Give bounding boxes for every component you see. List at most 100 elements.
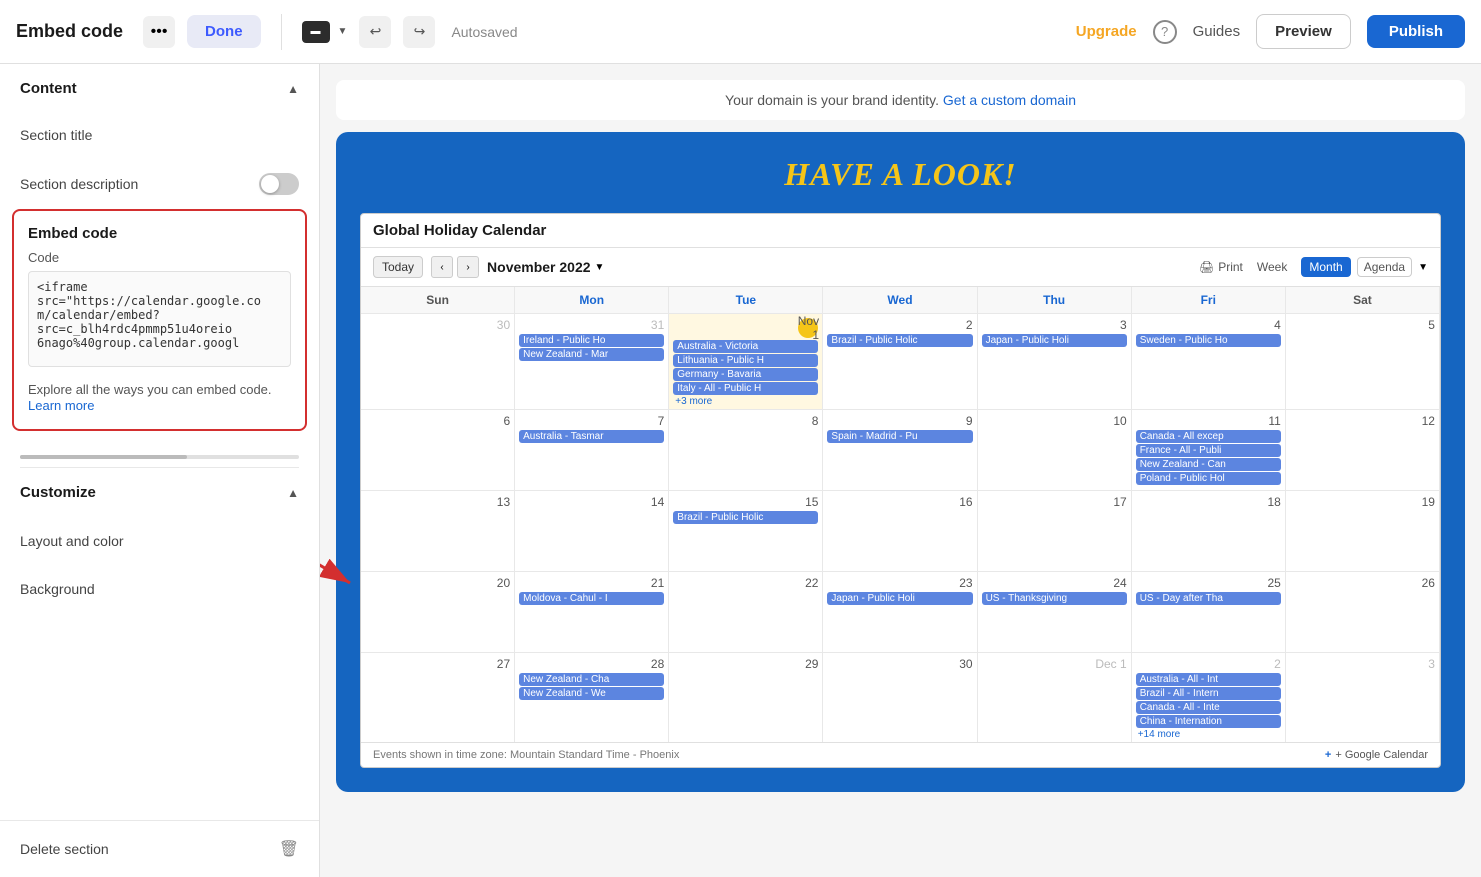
- learn-more-link[interactable]: Learn more: [28, 398, 94, 413]
- domain-banner-text: Your domain is your brand identity.: [725, 92, 939, 108]
- cell-nov21: 21 Moldova - Cahul - I: [515, 572, 669, 652]
- event[interactable]: New Zealand - Can: [1136, 458, 1281, 471]
- cell-nov20: 20: [361, 572, 515, 652]
- section-title-item[interactable]: Section title: [0, 113, 319, 159]
- customize-section-title: Customize: [20, 484, 96, 501]
- event[interactable]: US - Thanksgiving: [982, 592, 1127, 605]
- undo-button[interactable]: ↩: [359, 16, 391, 48]
- days-header: Sun Mon Tue Wed Thu Fri Sat: [361, 287, 1440, 313]
- month-view-button[interactable]: Month: [1301, 257, 1350, 277]
- cell-nov28: 28 New Zealand - Cha New Zealand - We: [515, 653, 669, 742]
- done-button[interactable]: Done: [187, 15, 261, 48]
- cell-nov24: 24 US - Thanksgiving: [978, 572, 1132, 652]
- guides-link[interactable]: Guides: [1193, 23, 1241, 40]
- printer-icon: 🖨: [1199, 260, 1214, 274]
- trash-icon: 🗑: [279, 839, 299, 859]
- cell-nov11: 11 Canada - All excep France - All - Pub…: [1132, 410, 1286, 490]
- layout-color-item[interactable]: Layout and color: [0, 517, 319, 565]
- delete-section-label: Delete section: [20, 841, 109, 857]
- week-view-button[interactable]: Week: [1249, 257, 1295, 277]
- calendar-grid: Sun Mon Tue Wed Thu Fri Sat 30: [361, 287, 1440, 742]
- event[interactable]: Australia - All - Int: [1136, 673, 1281, 686]
- event[interactable]: Lithuania - Public H: [673, 354, 818, 367]
- scroll-indicator: [20, 455, 299, 459]
- content-chevron-icon: ▲: [287, 82, 299, 96]
- more-events-dec2[interactable]: +14 more: [1136, 729, 1281, 740]
- event[interactable]: Poland - Public Hol: [1136, 472, 1281, 485]
- agenda-view-button[interactable]: Agenda: [1357, 257, 1412, 277]
- preview-button[interactable]: Preview: [1256, 14, 1351, 49]
- next-month-button[interactable]: ›: [457, 256, 479, 278]
- calendar-container: Global Holiday Calendar Today ‹ › Novemb…: [360, 213, 1441, 768]
- redo-button[interactable]: ↪: [403, 16, 435, 48]
- event[interactable]: France - All - Publi: [1136, 444, 1281, 457]
- section-description-item[interactable]: Section description: [0, 159, 319, 209]
- blue-section: HAVE A LOOK! Global Holiday Calendar: [336, 132, 1465, 792]
- device-selector[interactable]: ▬ ▼: [302, 21, 348, 43]
- event[interactable]: Brazil - Public Holic: [827, 334, 972, 347]
- week-1: 30 31 Ireland - Public Ho New Zealand - …: [361, 313, 1440, 409]
- event[interactable]: Australia - Victoria: [673, 340, 818, 353]
- embed-code-box-title: Embed code: [28, 225, 291, 242]
- event[interactable]: Japan - Public Holi: [982, 334, 1127, 347]
- month-dropdown-icon: ▼: [595, 262, 605, 273]
- cell-nov1: Nov 1 Australia - Victoria Lithuania - P…: [669, 314, 823, 409]
- cell-nov15: 15 Brazil - Public Holic: [669, 491, 823, 571]
- embed-code-textarea[interactable]: <iframe src="https://calendar.google.co …: [28, 271, 291, 367]
- calendar-nav: ‹ ›: [431, 256, 479, 278]
- cell-nov9: 9 Spain - Madrid - Pu: [823, 410, 977, 490]
- prev-month-button[interactable]: ‹: [431, 256, 453, 278]
- event[interactable]: Japan - Public Holi: [827, 592, 972, 605]
- domain-banner: Your domain is your brand identity. Get …: [336, 80, 1465, 120]
- cell-nov4: 4 Sweden - Public Ho: [1132, 314, 1286, 409]
- current-month: November 2022: [487, 259, 591, 275]
- event[interactable]: New Zealand - Mar: [519, 348, 664, 361]
- event[interactable]: Spain - Madrid - Pu: [827, 430, 972, 443]
- event[interactable]: New Zealand - Cha: [519, 673, 664, 686]
- cell-nov23: 23 Japan - Public Holi: [823, 572, 977, 652]
- event[interactable]: New Zealand - We: [519, 687, 664, 700]
- divider: [281, 14, 282, 50]
- publish-button[interactable]: Publish: [1367, 15, 1465, 48]
- month-selector[interactable]: November 2022 ▼: [487, 259, 604, 275]
- event[interactable]: Brazil - Public Holic: [673, 511, 818, 524]
- app-title: Embed code: [16, 21, 123, 42]
- customize-chevron-icon: ▲: [287, 486, 299, 500]
- event[interactable]: Italy - All - Public H: [673, 382, 818, 395]
- event[interactable]: Moldova - Cahul - I: [519, 592, 664, 605]
- day-tue: Tue: [669, 287, 823, 313]
- more-options-button[interactable]: •••: [143, 16, 175, 48]
- print-button[interactable]: 🖨 Print: [1199, 260, 1243, 274]
- day-thu: Thu: [978, 287, 1132, 313]
- cell-nov29: 29: [669, 653, 823, 742]
- custom-domain-link[interactable]: Get a custom domain: [943, 92, 1076, 108]
- event[interactable]: US - Day after Tha: [1136, 592, 1281, 605]
- section-description-toggle[interactable]: [259, 173, 299, 195]
- week-2: 6 7 Australia - Tasmar 8 9 Spain - Madri…: [361, 409, 1440, 490]
- content-section-header[interactable]: Content ▲: [0, 64, 319, 113]
- more-events[interactable]: +3 more: [673, 396, 818, 407]
- event[interactable]: Australia - Tasmar: [519, 430, 664, 443]
- section-heading: HAVE A LOOK!: [360, 156, 1441, 193]
- event[interactable]: Sweden - Public Ho: [1136, 334, 1281, 347]
- section-description-label: Section description: [20, 176, 138, 192]
- background-item[interactable]: Background: [0, 565, 319, 613]
- delete-section-button[interactable]: Delete section 🗑: [0, 820, 319, 877]
- event[interactable]: Ireland - Public Ho: [519, 334, 664, 347]
- main-layout: Content ▲ Section title Section descript…: [0, 64, 1481, 877]
- event[interactable]: Canada - All - Inte: [1136, 701, 1281, 714]
- event[interactable]: Canada - All excep: [1136, 430, 1281, 443]
- background-label: Background: [20, 581, 95, 597]
- today-button[interactable]: Today: [373, 256, 423, 278]
- cell-dec2: 2 Australia - All - Int Brazil - All - I…: [1132, 653, 1286, 742]
- cell-nov8: 8: [669, 410, 823, 490]
- upgrade-link[interactable]: Upgrade: [1076, 23, 1137, 40]
- cell-nov10: 10: [978, 410, 1132, 490]
- event[interactable]: China - Internation: [1136, 715, 1281, 728]
- scroll-thumb: [20, 455, 187, 459]
- customize-section-header[interactable]: Customize ▲: [0, 468, 319, 517]
- topbar-right: Upgrade ? Guides Preview Publish: [1076, 14, 1465, 49]
- help-icon[interactable]: ?: [1153, 20, 1177, 44]
- event[interactable]: Brazil - All - Intern: [1136, 687, 1281, 700]
- event[interactable]: Germany - Bavaria: [673, 368, 818, 381]
